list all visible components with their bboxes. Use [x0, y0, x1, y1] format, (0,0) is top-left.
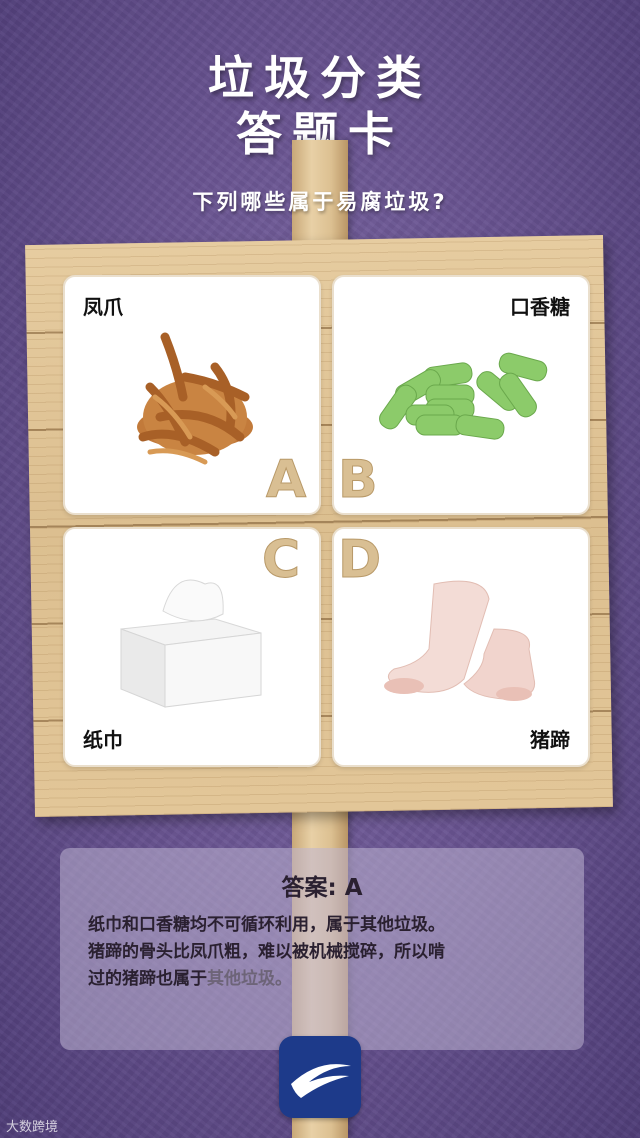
- answer-explanation: 纸巾和口香糖均不可循环利用，属于其他垃圾。 猪蹄的骨头比凤爪粗，难以被机械搅碎，…: [88, 912, 568, 993]
- answer-line-2: 猪蹄的骨头比凤爪粗，难以被机械搅碎，所以啃: [88, 942, 445, 962]
- answer-line-1: 纸巾和口香糖均不可循环利用，属于其他垃圾。: [88, 915, 445, 935]
- option-letter-a: A: [265, 450, 307, 511]
- watermark: 大数跨境: [6, 1120, 59, 1135]
- option-letter-b: B: [338, 450, 379, 511]
- brand-logo: [279, 1036, 361, 1118]
- option-letter-d: D: [337, 530, 382, 591]
- answer-line-3-end: 其他垃圾。: [207, 969, 292, 989]
- option-letter-c: C: [261, 530, 301, 591]
- question-text: 下列哪些属于易腐垃圾?: [192, 190, 448, 214]
- wave-logo-icon: [291, 1064, 351, 1098]
- answer-panel: 答案: A 纸巾和口香糖均不可循环利用，属于其他垃圾。 猪蹄的骨头比凤爪粗，难以…: [60, 848, 584, 1050]
- answer-title: 答案: A: [281, 875, 363, 901]
- answer-line-3: 过的猪蹄也属于其他垃圾。: [88, 966, 568, 993]
- answer-line-3-start: 过的猪蹄也属于: [88, 969, 207, 989]
